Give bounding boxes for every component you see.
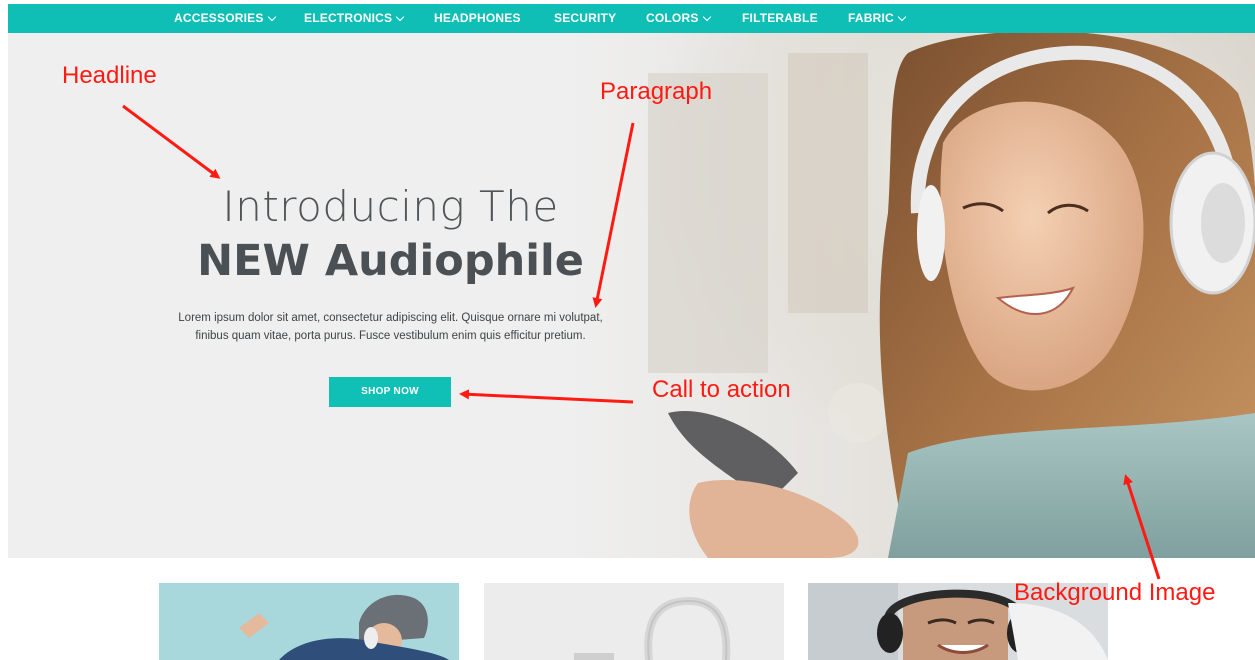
nav-item-filterable[interactable]: FILTERABLE [742, 11, 818, 25]
nav-item-label: SECURITY [554, 11, 617, 25]
person-with-headphones-photo [159, 583, 459, 660]
hero-banner: Introducing The NEW Audiophile Lorem ips… [8, 33, 1255, 558]
chevron-down-icon [702, 12, 711, 22]
nav-item-label: ACCESSORIES [174, 11, 264, 25]
nav-item-label: ELECTRONICS [304, 11, 393, 25]
woman-with-headphones-photo [8, 33, 1255, 558]
nav-item-label: COLORS [646, 11, 699, 25]
nav-item-fabric[interactable]: FABRIC [848, 11, 907, 25]
product-card-1[interactable] [159, 583, 459, 660]
chevron-down-icon [267, 12, 276, 22]
man-with-headphones-photo [808, 583, 1108, 660]
nav-item-accessories[interactable]: ACCESSORIES [174, 11, 276, 25]
nav-item-label: FILTERABLE [742, 11, 818, 25]
hero-background-image [8, 33, 1255, 558]
hero-headline-line1: Introducing The [222, 182, 559, 231]
nav-item-headphones[interactable]: HEADPHONES [434, 11, 521, 25]
page: ACCESSORIES ELECTRONICS HEADPHONES SECUR… [0, 0, 1255, 660]
hero-paragraph: Lorem ipsum dolor sit amet, consectetur … [178, 312, 603, 342]
nav-item-label: FABRIC [848, 11, 894, 25]
nav-item-security[interactable]: SECURITY [554, 11, 616, 25]
chevron-down-icon [395, 12, 405, 22]
nav-item-colors[interactable]: COLORS [646, 11, 711, 25]
shop-now-button[interactable]: SHOP NOW [329, 377, 451, 407]
nav-item-label: HEADPHONES [434, 11, 521, 25]
product-card-2[interactable] [484, 583, 784, 660]
hero-headline-line2: NEW Audiophile [197, 236, 584, 286]
chevron-down-icon [897, 12, 907, 22]
main-nav: ACCESSORIES ELECTRONICS HEADPHONES SECUR… [8, 4, 1255, 33]
white-headphones-photo [484, 583, 784, 660]
nav-item-electronics[interactable]: ELECTRONICS [304, 11, 405, 25]
product-card-3[interactable] [808, 583, 1108, 660]
